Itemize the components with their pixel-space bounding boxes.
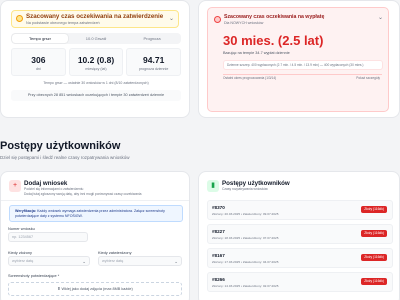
list-item[interactable]: #8167 Złożony: 17.03.2025 • Zatwierdzony… (207, 248, 393, 268)
number-label: Numer wniosku (8, 226, 35, 231)
stat-label: miesięcy (lat) (85, 67, 107, 71)
status-badge: Złoży (116dk) (361, 206, 387, 213)
section-title: Postępy użytkowników (0, 140, 121, 152)
verification-notice: Weryfikacja: Każdy wniosek wymaga zatwie… (9, 205, 183, 222)
application-dates: Złożony: 17.03.2025 • Zatwierdzony: 04.0… (212, 260, 279, 264)
submitted-date-select[interactable]: wybierz datę ⌄ (8, 256, 90, 266)
upload-label: Wklej jako dodaj zdjęcia (max 8MB każde) (61, 287, 133, 291)
approval-wait-card: Szacowany czas oczekiwania na zatwierdze… (0, 0, 190, 118)
status-badge: Złoży (116dk) (361, 278, 387, 285)
list-item[interactable]: #8370 Złożony: 20.03.2025 • Zatwierdzony… (207, 200, 393, 220)
approval-footer: Przy obecnych 28 851 wnioskach oczekując… (11, 90, 181, 101)
divider (223, 74, 382, 75)
chevron-down-icon[interactable]: ⌄ (169, 15, 174, 22)
approval-title: Szacowany czas oczekiwania na zatwierdze… (26, 13, 164, 20)
submitted-placeholder: wybierz datę (12, 259, 34, 263)
user-progress-card: ▮ Postępy użytkowników Czasy rozpatrywan… (198, 171, 400, 300)
approved-label: Kiedy zatwierdzony (98, 250, 132, 255)
stat-value: 10.2 (0.8) (77, 55, 115, 65)
upload-icon: ⬆ (57, 287, 61, 291)
list-item[interactable]: #8227 Złożony: 18.03.2025 • Zatwierdzony… (207, 224, 393, 244)
application-id: #8266 (212, 277, 225, 282)
tab-prognoza[interactable]: Prognoza (124, 34, 180, 43)
status-badge: Złoży (116dk) (361, 230, 387, 237)
tab-grszdl[interactable]: 10.0 Grszdł (68, 34, 124, 43)
application-number-input[interactable]: np. 1234567 (8, 232, 88, 242)
status-badge: Złoży (116dk) (361, 254, 387, 261)
stat-forecast: 94.71 prognoza dziennie (126, 48, 182, 76)
chevron-down-icon: ⌄ (82, 259, 86, 264)
stat-months: 10.2 (0.8) miesięcy (lat) (68, 48, 124, 76)
verification-text: Każdy wniosek wymaga zatwierdzenia przez… (15, 209, 165, 218)
progress-card-title: Postępy użytkowników (222, 180, 290, 187)
payout-calculation: Dzienne szczep. 400 wypłaconych (2.7 mln… (223, 60, 383, 70)
user-plus-icon: + (9, 180, 21, 192)
show-details-link[interactable]: Pokaż szczegóły (356, 76, 380, 80)
chevron-down-icon[interactable]: ⌄ (378, 14, 383, 21)
screenshot-upload-dropzone[interactable]: ⬆ Wklej jako dodaj zdjęcia (max 8MB każd… (8, 282, 182, 296)
payout-subtitle: Dla NOWYCH wniosków (224, 21, 264, 25)
payout-rate: Bazując na tempie 34.7 wypłat dziennie (223, 51, 290, 55)
add-card-title: Dodaj wniosek (24, 180, 68, 187)
application-dates: Złożony: 14.03.2025 • Zatwierdzony: 02.0… (212, 284, 279, 288)
payout-big-value: 30 mies. (2.5 lat) (223, 33, 324, 48)
payout-title: Szacowany czas oczekiwania na wypłatę (224, 14, 325, 20)
approval-subtitle: Na podstawie obecnego tempa zatwierdzeń (26, 21, 100, 25)
stat-days: 306 dni (11, 48, 66, 76)
stat-label: prognoza dziennie (138, 67, 169, 71)
add-card-hint: Dodaj tutaj zgłoszony swoją datę, aby in… (24, 191, 142, 196)
alert-icon (214, 16, 221, 23)
stat-value: 306 (31, 55, 46, 65)
progress-card-subtitle: Czasy rozpatrywania wniosków (222, 187, 268, 191)
payout-alert-box: Szacowany czas oczekiwania na wypłatę Dl… (207, 7, 389, 112)
tab-tempo[interactable]: Tempo grszr (12, 34, 68, 43)
stat-label: dni (35, 67, 41, 71)
approval-stats: 306 dni 10.2 (0.8) miesięcy (lat) 94.71 … (11, 48, 182, 76)
application-dates: Złożony: 20.03.2025 • Zatwierdzony: 09.0… (212, 212, 279, 216)
approval-note: Tempo grszr — ostatnie 30 wniosków w 1 d… (43, 81, 149, 85)
payout-wait-card: Szacowany czas oczekiwania na wypłatę Dl… (198, 0, 400, 118)
chart-icon: ▮ (207, 180, 219, 192)
approval-header[interactable]: Szacowany czas oczekiwania na zatwierdze… (11, 10, 179, 28)
stat-value: 94.71 (143, 55, 165, 65)
clock-icon (16, 15, 23, 22)
add-card-subtitle: Podziel się informacjami o zatwierdzeniu (24, 187, 84, 191)
screenshots-label: Screenshoty potwierdzające * (8, 273, 60, 278)
application-id: #8227 (212, 229, 225, 234)
payout-footer-left: Ostatni okres prognozowania (1/3/14) (223, 76, 277, 80)
divider (1, 200, 189, 201)
submitted-label: Kiedy złożony (8, 250, 33, 255)
section-description: Dziel się postępami i śledź realne czasy… (0, 155, 130, 160)
chevron-down-icon: ⌄ (174, 259, 178, 264)
verification-label: Weryfikacja: (15, 209, 37, 213)
application-id: #8370 (212, 205, 225, 210)
list-item[interactable]: #8266 Złożony: 14.03.2025 • Zatwierdzony… (207, 272, 393, 292)
application-dates: Złożony: 18.03.2025 • Zatwierdzony: 07.0… (212, 236, 279, 240)
approved-placeholder: wybierz datę (102, 259, 124, 263)
approval-tabs: Tempo grszr 10.0 Grszdł Prognoza (11, 33, 181, 44)
approved-date-select[interactable]: wybierz datę ⌄ (98, 256, 182, 266)
application-id: #8167 (212, 253, 225, 258)
